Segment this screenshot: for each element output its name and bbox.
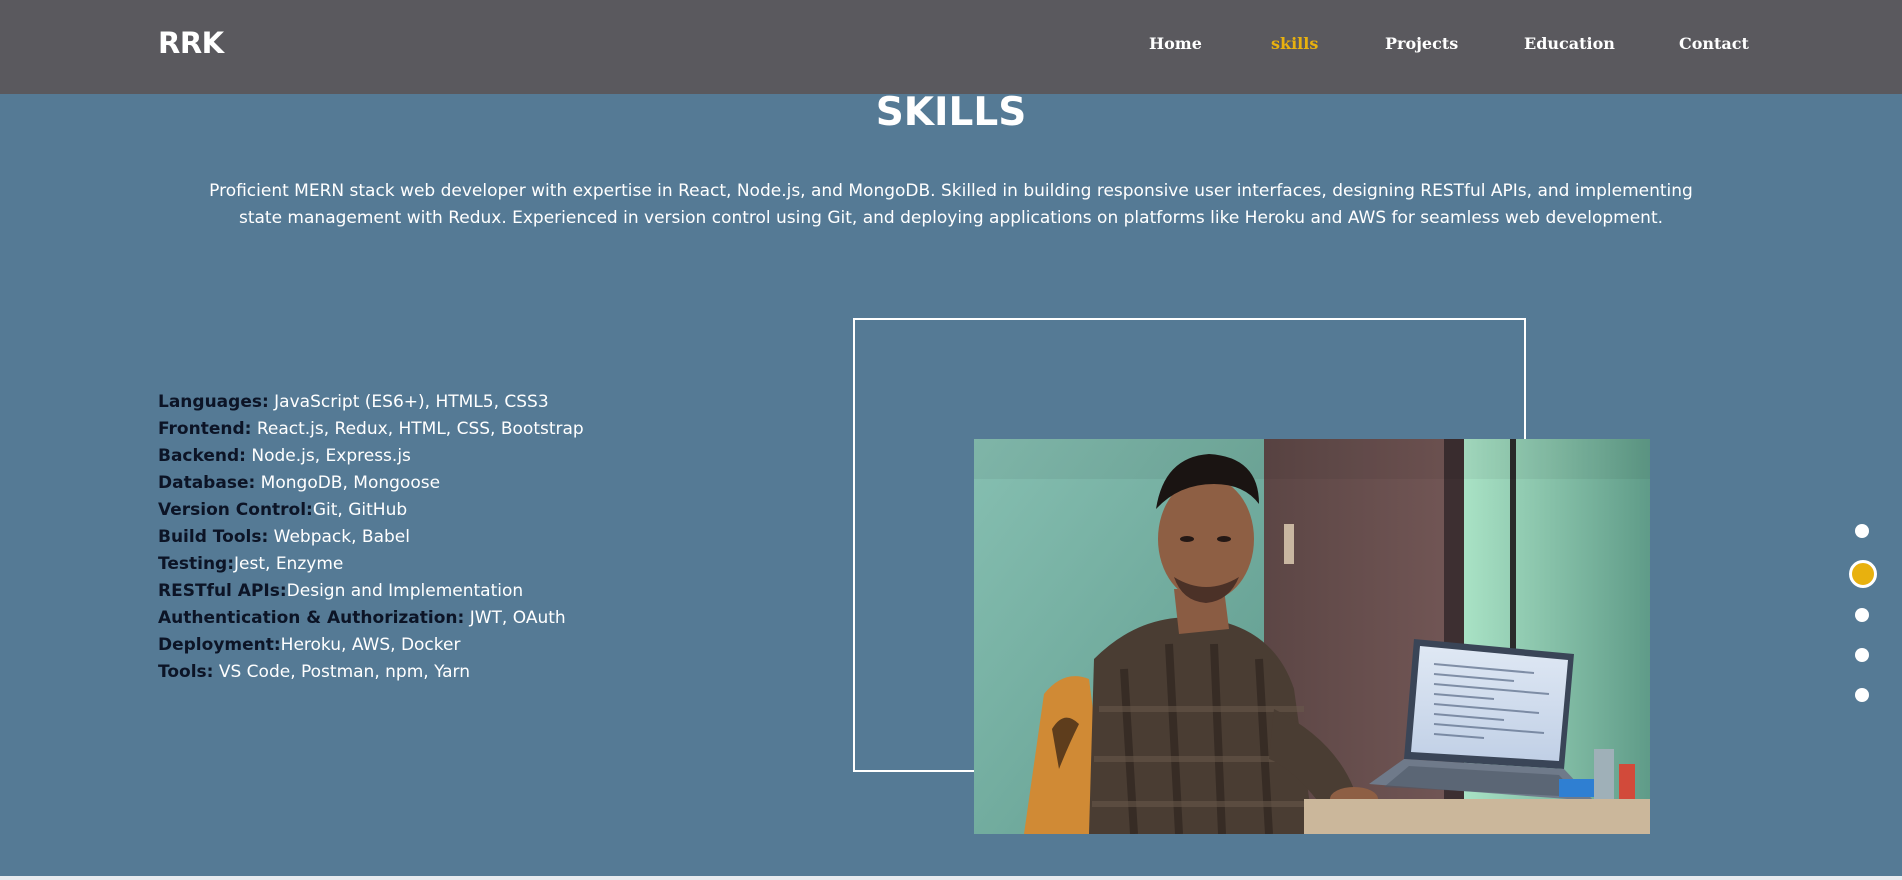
dot-nav-5[interactable]: [1855, 688, 1869, 702]
skill-item-build-tools: Build Tools: Webpack, Babel: [158, 524, 584, 551]
skill-value: Design and Implementation: [286, 581, 524, 601]
skill-item-database: Database: MongoDB, Mongoose: [158, 470, 584, 497]
skill-value: Webpack, Babel: [268, 527, 410, 547]
skill-value: Heroku, AWS, Docker: [280, 635, 461, 655]
skill-value: Git, GitHub: [312, 500, 408, 520]
skill-value: MongoDB, Mongoose: [255, 473, 441, 493]
section-title: SKILLS: [875, 90, 1027, 135]
nav-projects[interactable]: Projects: [1385, 34, 1458, 58]
skill-label: Backend:: [158, 446, 246, 466]
nav-contact[interactable]: Contact: [1679, 34, 1749, 58]
skill-label: Database:: [158, 473, 256, 493]
skill-item-auth: Authentication & Authorization: JWT, OAu…: [158, 605, 584, 632]
skill-value: React.js, Redux, HTML, CSS, Bootstrap: [251, 419, 584, 439]
skill-label: Languages:: [158, 392, 269, 412]
skill-item-version-control: Version Control:Git, GitHub: [158, 497, 584, 524]
skill-item-languages: Languages: JavaScript (ES6+), HTML5, CSS…: [158, 389, 584, 416]
dot-nav-4[interactable]: [1855, 648, 1869, 662]
skill-label: Tools:: [158, 662, 214, 682]
skill-item-frontend: Frontend: React.js, Redux, HTML, CSS, Bo…: [158, 416, 584, 443]
top-navbar: RRK Home skills Projects Education Conta…: [0, 0, 1902, 94]
skill-value: VS Code, Postman, npm, Yarn: [213, 662, 470, 682]
skill-value: JavaScript (ES6+), HTML5, CSS3: [268, 392, 549, 412]
skill-item-backend: Backend: Node.js, Express.js: [158, 443, 584, 470]
skill-label: RESTful APIs:: [158, 581, 287, 601]
dot-nav-2-active[interactable]: [1849, 560, 1877, 588]
dot-nav-1[interactable]: [1855, 524, 1869, 538]
nav-skills[interactable]: skills: [1271, 34, 1318, 58]
nav-education[interactable]: Education: [1524, 34, 1615, 58]
skills-intro: Proficient MERN stack web developer with…: [209, 181, 1693, 228]
brand-logo[interactable]: RRK: [158, 26, 224, 60]
dot-nav-3[interactable]: [1855, 608, 1869, 622]
skill-value: Node.js, Express.js: [245, 446, 411, 466]
skill-item-tools: Tools: VS Code, Postman, npm, Yarn: [158, 659, 584, 686]
skill-item-restful-apis: RESTful APIs:Design and Implementation: [158, 578, 584, 605]
skill-value: Jest, Enzyme: [234, 554, 344, 574]
skills-list: Languages: JavaScript (ES6+), HTML5, CSS…: [158, 389, 584, 686]
nav-home[interactable]: Home: [1149, 34, 1202, 58]
skill-label: Authentication & Authorization:: [158, 608, 465, 628]
skill-label: Deployment:: [158, 635, 281, 655]
skill-label: Testing:: [158, 554, 235, 574]
page-bottom-edge: [0, 876, 1902, 880]
skill-item-deployment: Deployment:Heroku, AWS, Docker: [158, 632, 584, 659]
profile-photo: [974, 439, 1650, 834]
skill-label: Build Tools:: [158, 527, 269, 547]
skill-value: JWT, OAuth: [464, 608, 566, 628]
skill-label: Frontend:: [158, 419, 252, 439]
skill-label: Version Control:: [158, 500, 313, 520]
skill-item-testing: Testing:Jest, Enzyme: [158, 551, 584, 578]
